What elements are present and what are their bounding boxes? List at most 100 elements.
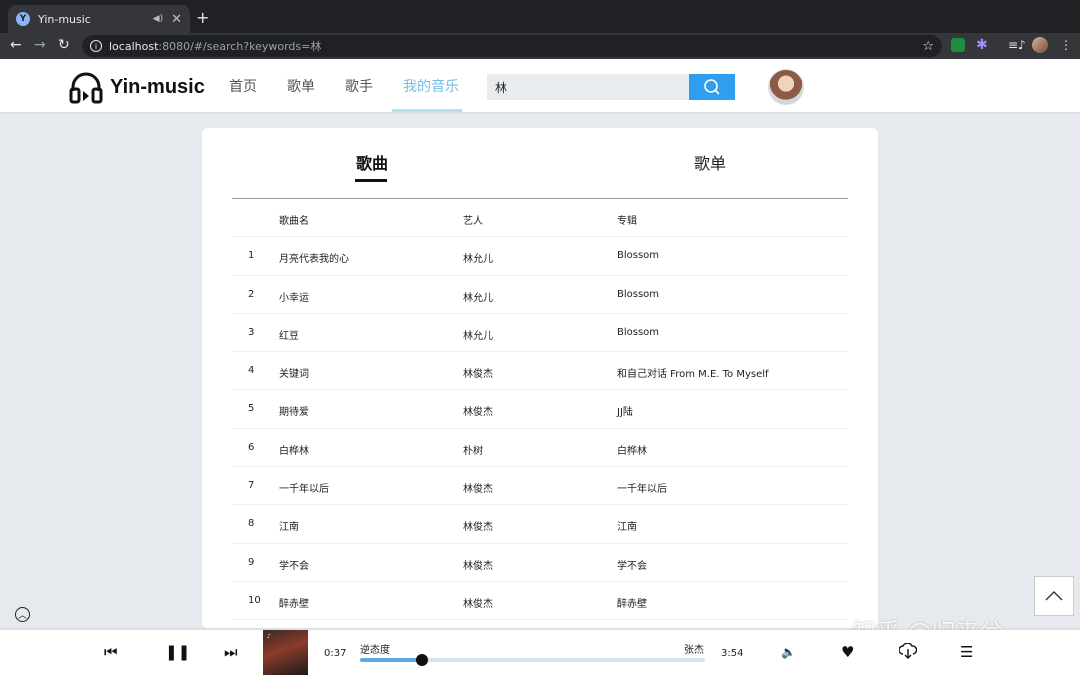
song-artist-cell[interactable]: 林允儿 <box>463 250 493 265</box>
volume-icon[interactable]: 🔈 <box>781 644 796 660</box>
main-nav: 首页 歌单 歌手 我的音乐 <box>229 76 489 96</box>
address-bar[interactable]: i localhost:8080/#/search?keywords=林 ☆ <box>82 35 942 57</box>
table-row[interactable]: 5 期待爱 林俊杰 JJ陆 <box>232 390 848 428</box>
song-artist-cell[interactable]: 林俊杰 <box>463 480 493 495</box>
expand-up-icon[interactable]: ︿ <box>15 607 30 622</box>
nav-active-indicator <box>392 109 462 112</box>
url-text: localhost:8080/#/search?keywords=林 <box>109 38 922 54</box>
song-name[interactable]: 期待爱 <box>279 403 309 418</box>
pause-icon[interactable]: ❚❚ <box>165 644 190 660</box>
song-index: 7 <box>248 480 254 491</box>
column-header-name: 歌曲名 <box>279 212 309 227</box>
table-row[interactable]: 8江南林俊杰江南 <box>232 505 848 543</box>
song-album-cell[interactable]: Blossom <box>617 289 659 300</box>
bookmark-star-icon[interactable]: ☆ <box>922 39 934 54</box>
song-name[interactable]: 红豆 <box>279 327 299 342</box>
table-row[interactable]: 2小幸运林允儿Blossom <box>232 276 848 314</box>
next-icon[interactable]: ⏭ <box>224 644 238 660</box>
table-row[interactable]: 4 关键词 林俊杰 和自己对话 From M.E. To Myself <box>232 352 848 390</box>
song-artist-cell[interactable]: 林俊杰 <box>463 518 493 533</box>
song-name[interactable]: 学不会 <box>279 557 309 572</box>
player-bar: ⏮ ❚❚ ⏭ ♪ 0:37 逆态度 张杰 3:54 🔈 ♥ ☰ <box>0 630 1080 675</box>
media-control-icon[interactable]: ≡♪ <box>1008 38 1022 52</box>
tab-playlists[interactable]: 歌单 <box>694 150 726 174</box>
tab-songs[interactable]: 歌曲 <box>356 150 388 174</box>
song-album-cell[interactable]: 白桦林 <box>617 442 647 457</box>
table-row[interactable]: 10 醉赤壁 林俊杰 醉赤壁 <box>232 582 848 620</box>
playlist-menu-icon[interactable]: ☰ <box>960 644 973 660</box>
search-button[interactable] <box>689 74 735 100</box>
song-name[interactable]: 醉赤壁 <box>279 595 309 610</box>
user-avatar[interactable] <box>768 69 804 105</box>
progress-bar[interactable] <box>360 658 705 662</box>
song-index: 6 <box>248 442 254 453</box>
table-row[interactable]: 1月亮代表我的心林允儿Blossom <box>232 237 848 275</box>
back-to-top-button[interactable] <box>1034 576 1074 616</box>
chevron-up-icon <box>1045 591 1063 601</box>
browser-tab[interactable]: Y Yin-music ◀) ✕ <box>8 5 190 33</box>
extension-shield-icon[interactable] <box>951 38 965 52</box>
result-tabs: 歌曲 歌单 <box>232 128 848 199</box>
info-icon[interactable]: i <box>90 40 102 52</box>
close-icon[interactable]: ✕ <box>171 12 182 27</box>
nav-my-music[interactable]: 我的音乐 <box>403 76 459 96</box>
download-icon[interactable] <box>899 643 917 659</box>
logo-text: Yin-music <box>110 76 205 99</box>
song-name[interactable]: 江南 <box>279 518 299 533</box>
search-icon <box>703 78 721 96</box>
forward-icon[interactable]: → <box>34 37 46 53</box>
song-name[interactable]: 月亮代表我的心 <box>279 250 349 265</box>
table-row[interactable]: 6 白桦林 朴树 白桦林 <box>232 429 848 467</box>
song-album-cell[interactable]: 一千年以后 <box>617 480 667 495</box>
song-artist-cell[interactable]: 林俊杰 <box>463 557 493 572</box>
new-tab-button[interactable]: + <box>196 8 209 27</box>
song-album-cell[interactable]: JJ陆 <box>617 403 633 418</box>
song-artist-cell[interactable]: 朴树 <box>463 442 483 457</box>
song-name[interactable]: 白桦林 <box>279 442 309 457</box>
song-artist-cell[interactable]: 林允儿 <box>463 327 493 342</box>
album-cover[interactable]: ♪ <box>263 630 308 675</box>
browser-toolbar: ← → ↻ i localhost:8080/#/search?keywords… <box>0 33 1080 59</box>
cover-art-text: ♪ <box>267 633 271 640</box>
speaker-icon[interactable]: ◀) <box>153 14 163 24</box>
heart-icon[interactable]: ♥ <box>841 644 854 660</box>
logo[interactable]: Yin-music <box>68 69 205 105</box>
song-album-cell[interactable]: 学不会 <box>617 557 647 572</box>
song-index: 10 <box>248 595 261 606</box>
app-header: Yin-music 首页 歌单 歌手 我的音乐 <box>0 59 1080 112</box>
song-album-cell[interactable]: Blossom <box>617 327 659 338</box>
song-index: 5 <box>248 403 254 414</box>
profile-avatar[interactable] <box>1032 37 1048 53</box>
headphones-icon <box>68 69 104 105</box>
nav-singers[interactable]: 歌手 <box>345 76 373 96</box>
song-index: 9 <box>248 557 254 568</box>
song-album-cell[interactable]: 醉赤壁 <box>617 595 647 610</box>
song-name[interactable]: 关键词 <box>279 365 309 380</box>
favicon-icon: Y <box>16 12 30 26</box>
progress-knob[interactable] <box>416 654 428 666</box>
song-artist-cell[interactable]: 林俊杰 <box>463 403 493 418</box>
extension-puzzle-icon[interactable]: ✱ <box>976 38 990 52</box>
song-artist-cell[interactable]: 林俊杰 <box>463 365 493 380</box>
song-artist-cell[interactable]: 林俊杰 <box>463 595 493 610</box>
menu-dots-icon[interactable]: ⋮ <box>1060 38 1072 52</box>
song-artist-cell[interactable]: 林允儿 <box>463 289 493 304</box>
reload-icon[interactable]: ↻ <box>58 37 70 53</box>
search-results-card: 歌曲 歌单 歌曲名 艺人 专辑 1月亮代表我的心林允儿Blossom2小幸运林允… <box>202 128 878 628</box>
song-index: 4 <box>248 365 254 376</box>
song-album-cell[interactable]: Blossom <box>617 250 659 261</box>
search-input[interactable] <box>487 74 689 100</box>
table-row[interactable]: 3红豆林允儿Blossom <box>232 314 848 352</box>
tab-active-indicator <box>355 179 387 182</box>
table-row[interactable]: 9 学不会 林俊杰 学不会 <box>232 544 848 582</box>
nav-playlists[interactable]: 歌单 <box>287 76 315 96</box>
song-name[interactable]: 一千年以后 <box>279 480 329 495</box>
table-row[interactable]: 7 一千年以后 林俊杰 一千年以后 <box>232 467 848 505</box>
progress-fill <box>360 658 422 662</box>
back-icon[interactable]: ← <box>10 37 22 53</box>
song-album-cell[interactable]: 和自己对话 From M.E. To Myself <box>617 365 769 380</box>
nav-home[interactable]: 首页 <box>229 76 257 96</box>
previous-icon[interactable]: ⏮ <box>104 644 118 660</box>
song-name[interactable]: 小幸运 <box>279 289 309 304</box>
song-album-cell[interactable]: 江南 <box>617 518 637 533</box>
